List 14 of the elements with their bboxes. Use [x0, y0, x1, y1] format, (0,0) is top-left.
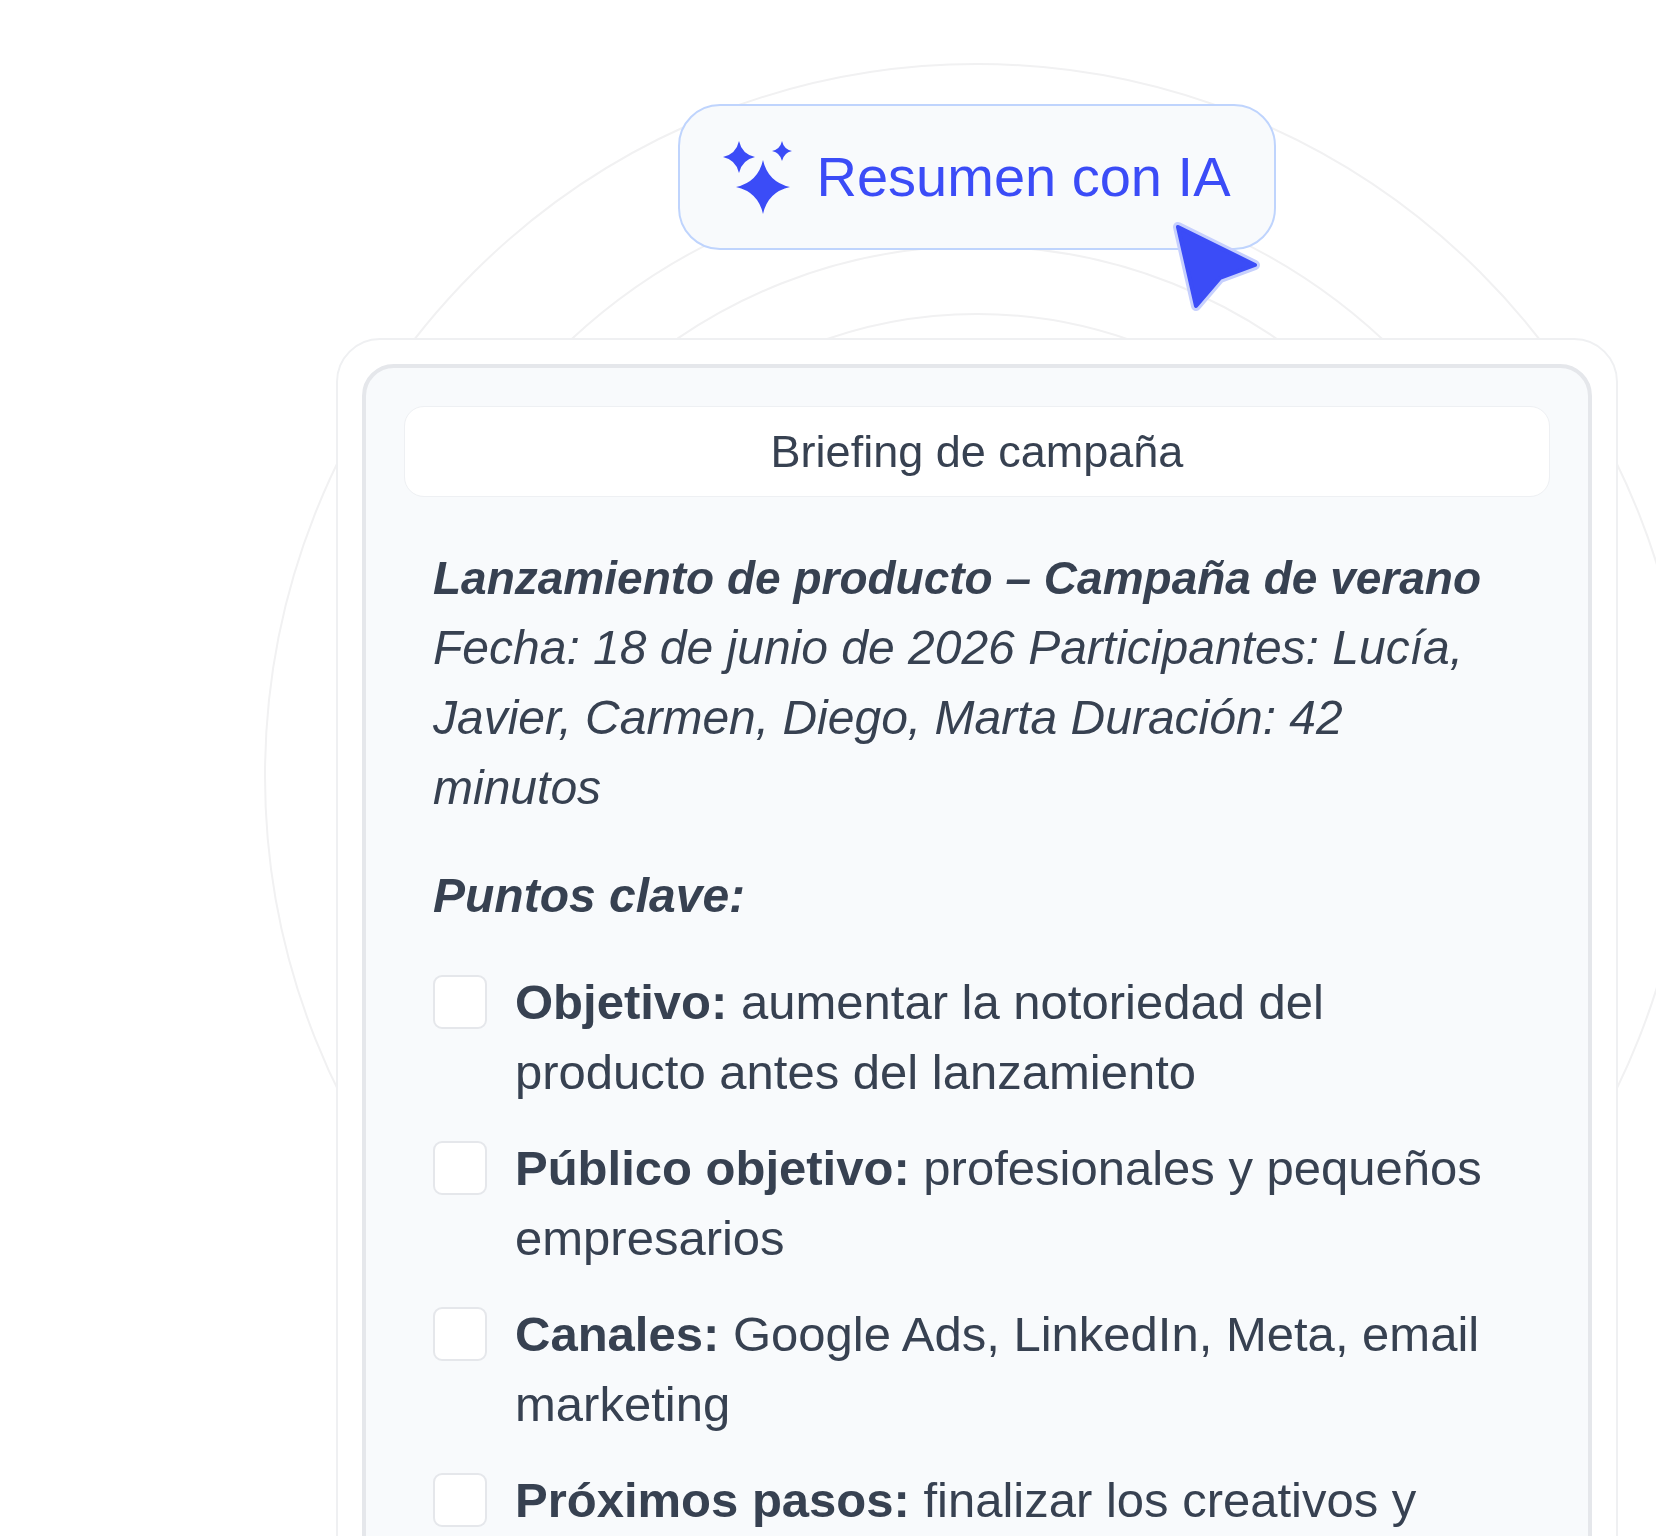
- section-title: Puntos clave:: [433, 868, 747, 924]
- checkbox[interactable]: [433, 1473, 487, 1527]
- meeting-details: Fecha: 18 de junio de 2026 Participantes: Lucía, Javier, Carmen, Diego, Marta Duración: 42 minutos: [433, 620, 1465, 816]
- document-heading: Lanzamiento de producto – Campaña de verano: [433, 551, 1482, 606]
- checkbox[interactable]: [433, 1141, 487, 1195]
- key-point-text: Público objetivo: profesionales y pequeños empresarios: [515, 1140, 1483, 1267]
- key-point-text: Próximos pasos: finalizar los creativos y: [515, 1472, 1418, 1529]
- key-point-text: Canales: Google Ads, LinkedIn, Meta, email marketing: [515, 1306, 1481, 1433]
- checkbox[interactable]: [433, 975, 487, 1029]
- cursor-icon: [1170, 219, 1263, 313]
- key-point-text: Objetivo: aumentar la notoriedad del producto antes del lanzamiento: [515, 974, 1325, 1101]
- checkbox[interactable]: [433, 1307, 487, 1361]
- ai-summary-button[interactable]: Resumen con IA: [677, 104, 1277, 250]
- document-title: Briefing de campaña: [404, 406, 1550, 497]
